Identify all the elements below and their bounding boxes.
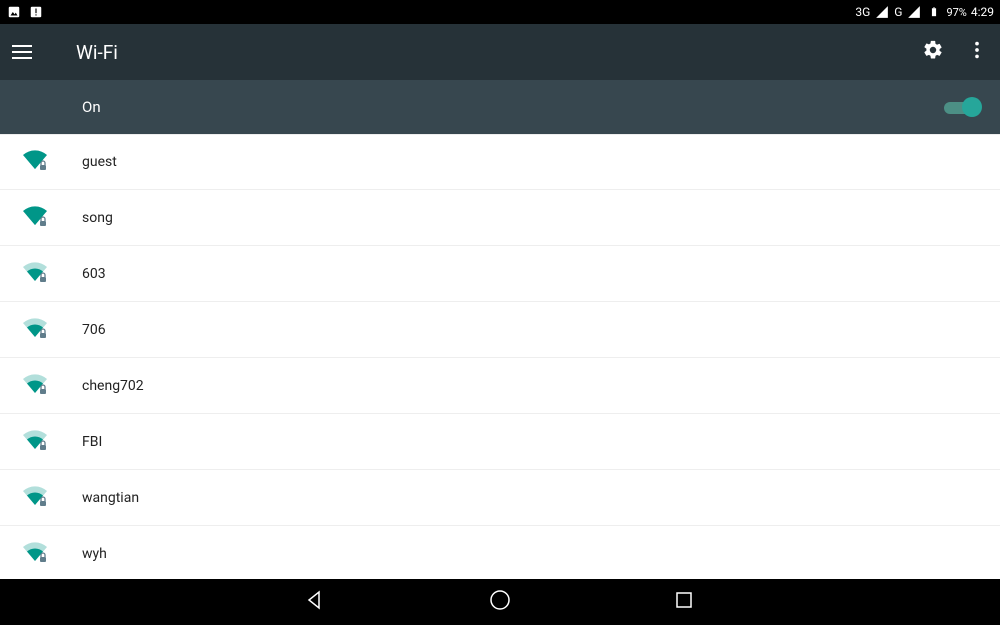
app-bar: Wi-Fi — [0, 24, 1000, 80]
wifi-signal-icon — [22, 429, 48, 455]
page-title: Wi-Fi — [76, 41, 118, 64]
wifi-ssid: 706 — [82, 322, 106, 338]
wifi-ssid: song — [82, 210, 113, 226]
cellular-3g-label: 3G — [855, 5, 870, 19]
wifi-network-row[interactable]: wyh — [0, 526, 1000, 579]
wifi-signal-icon — [22, 205, 48, 231]
wifi-toggle-label: On — [82, 98, 101, 116]
wifi-signal-icon — [22, 541, 48, 567]
wifi-signal-icon — [22, 485, 48, 511]
wifi-network-row[interactable]: 706 — [0, 302, 1000, 358]
wifi-ssid: wangtian — [82, 490, 139, 506]
wifi-signal-icon — [22, 317, 48, 343]
home-button[interactable] — [488, 588, 512, 616]
wifi-ssid: FBI — [82, 434, 102, 450]
recent-apps-button[interactable] — [672, 588, 696, 616]
wifi-network-row[interactable]: FBI — [0, 414, 1000, 470]
cellular-signal-icon-2 — [906, 4, 922, 20]
wifi-network-row[interactable]: song — [0, 190, 1000, 246]
wifi-ssid: cheng702 — [82, 378, 144, 394]
back-button[interactable] — [304, 588, 328, 616]
wifi-toggle-switch[interactable] — [944, 97, 980, 117]
battery-icon — [926, 4, 942, 20]
more-button[interactable] — [966, 39, 988, 65]
wifi-network-row[interactable]: guest — [0, 134, 1000, 190]
settings-button[interactable] — [922, 39, 944, 65]
notification-image-icon — [6, 4, 22, 20]
wifi-ssid: guest — [82, 154, 117, 170]
wifi-network-row[interactable]: wangtian — [0, 470, 1000, 526]
wifi-signal-icon — [22, 149, 48, 175]
battery-percent: 97% — [946, 6, 966, 19]
wifi-network-row[interactable]: 603 — [0, 246, 1000, 302]
wifi-signal-icon — [22, 373, 48, 399]
menu-button[interactable] — [12, 40, 36, 64]
wifi-ssid: wyh — [82, 546, 107, 562]
clock: 4:29 — [971, 5, 994, 19]
status-bar: 3G G 97% 4:29 — [0, 0, 1000, 24]
wifi-network-row[interactable]: cheng702 — [0, 358, 1000, 414]
cellular-signal-icon — [874, 4, 890, 20]
system-nav-bar — [0, 579, 1000, 625]
wifi-ssid: 603 — [82, 266, 106, 282]
cellular-g-label: G — [894, 5, 902, 19]
wifi-master-toggle-row[interactable]: On — [0, 80, 1000, 134]
wifi-signal-icon — [22, 261, 48, 287]
notification-alert-icon — [28, 4, 44, 20]
wifi-network-list: guest song 603 706 cheng702 FBI wangti — [0, 134, 1000, 579]
